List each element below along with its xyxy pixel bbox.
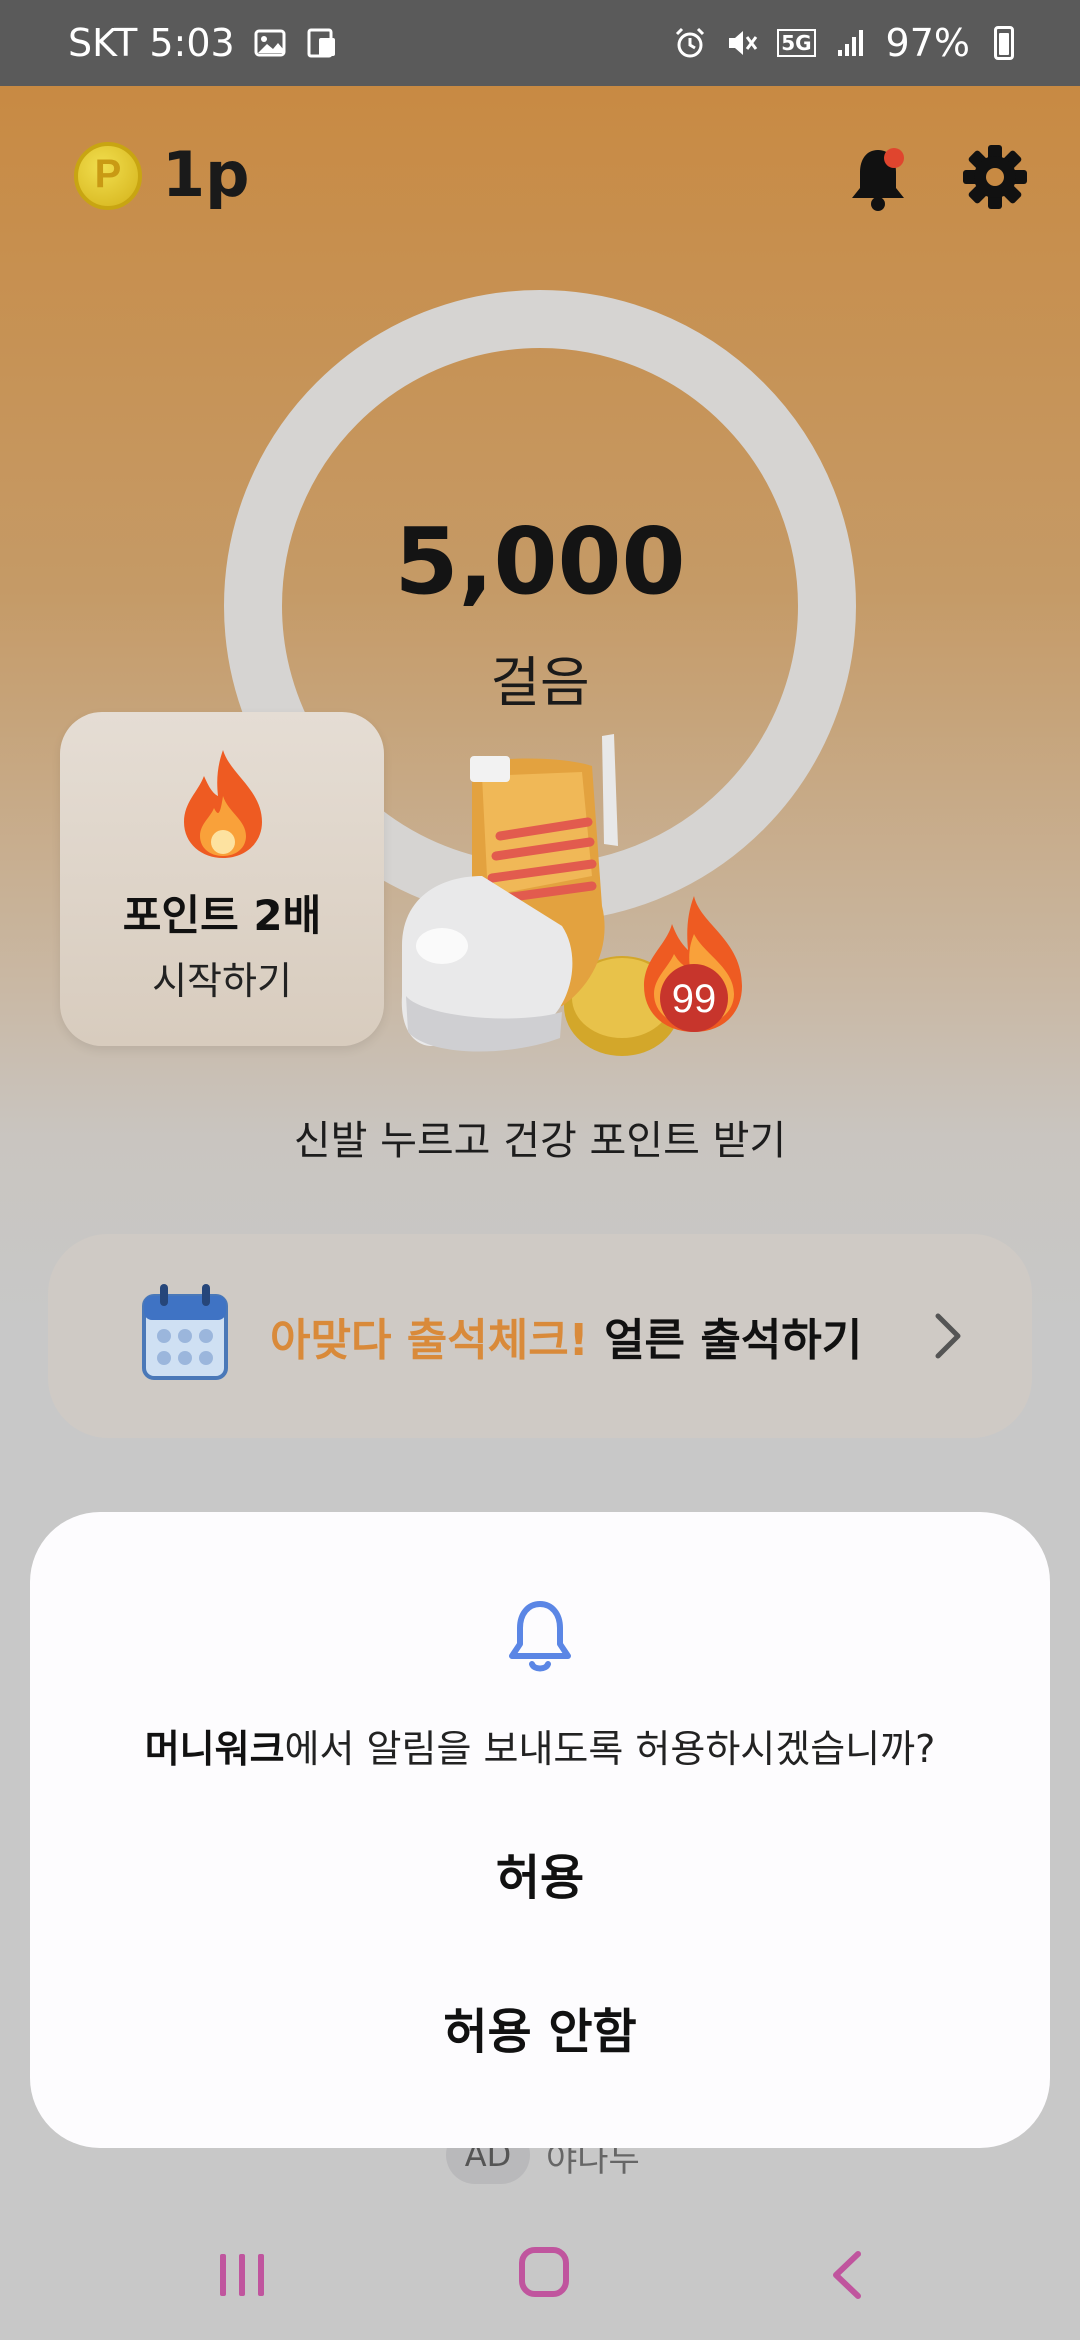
step-count: 5,000 [394,508,686,615]
allow-button[interactable]: 허용 [170,1828,910,1928]
deny-button[interactable]: 허용 안함 [170,1982,910,2082]
double-points-subtitle: 시작하기 [152,959,292,1003]
screen: SKT 5:03 5G 97% P 1p 5,000 걸음 포인트 2배 시작하… [0,0,1080,2340]
carrier-time: SKT 5:03 [68,21,235,65]
streak-fire-badge: 99 [644,896,742,1032]
attendance-text: 아맞다 출석체크! 얼른 출석하기 [270,1304,862,1368]
battery-icon [994,26,1014,60]
attendance-banner[interactable]: 아맞다 출석체크! 얼른 출석하기 [48,1234,1032,1438]
coin-icon: P [74,142,142,210]
battery-percent: 97% [885,21,970,65]
home-icon[interactable] [518,2246,570,2298]
tap-shoe-caption: 신발 누르고 건강 포인트 받기 [293,1118,787,1164]
fire-icon [184,750,262,858]
step-unit: 걸음 [490,651,590,714]
double-points-title: 포인트 2배 [122,891,322,940]
mute-icon [729,31,758,55]
attendance-highlight: 아맞다 출석체크! [270,1315,589,1366]
bell-outline-icon [509,1601,571,1672]
streak-count: 99 [672,977,717,1021]
permission-question: 머니워크에서 알림을 보내도록 허용하시겠습니까? [30,1718,1050,1773]
navigation-bar [0,2198,1080,2340]
signal-icon [837,30,863,56]
double-points-card[interactable]: 포인트 2배 시작하기 [60,712,384,1046]
points-balance[interactable]: 1p [162,138,250,211]
app-name: 머니워크 [144,1727,285,1771]
back-icon[interactable] [826,2248,866,2302]
recent-apps-icon[interactable] [214,2250,270,2300]
bell-icon[interactable] [846,144,910,214]
alarm-icon [676,27,705,58]
screen-mirror-icon [307,28,335,58]
calendar-icon [142,1284,228,1380]
notification-permission-sheet: 머니워크에서 알림을 보내도록 허용하시겠습니까? 허용 허용 안함 [30,1512,1050,2148]
status-bar: SKT 5:03 5G 97% [0,0,1080,86]
question-text: 에서 알림을 보내도록 허용하시겠습니까? [284,1727,936,1771]
attendance-action: 얼른 출석하기 [588,1315,863,1366]
chevron-right-icon [935,1313,961,1359]
coin-letter: P [94,152,122,196]
network-type: 5G [777,29,816,57]
gear-icon[interactable] [962,144,1028,210]
gallery-icon [254,29,286,57]
